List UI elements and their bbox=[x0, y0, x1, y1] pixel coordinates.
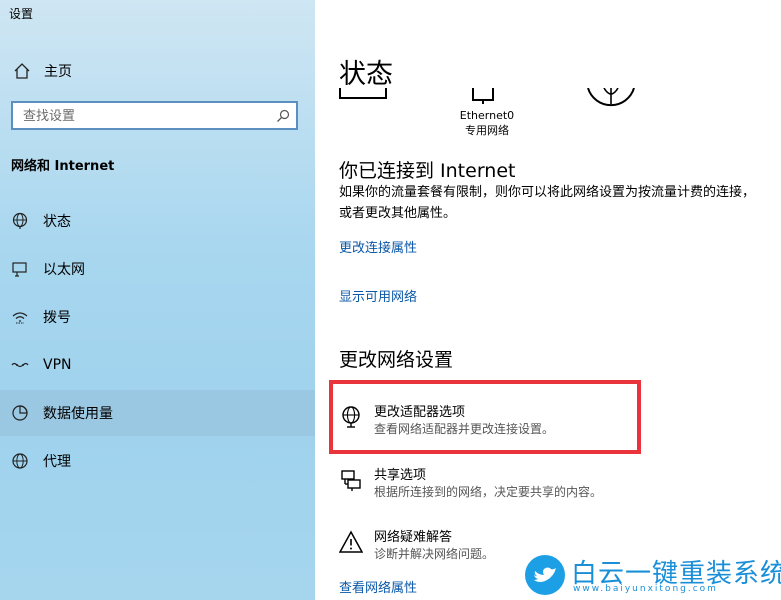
search-box[interactable] bbox=[11, 101, 298, 130]
dialup-icon bbox=[10, 307, 30, 327]
change-connection-properties-link[interactable]: 更改连接属性 bbox=[339, 237, 417, 256]
adapter-type: 专用网络 bbox=[465, 124, 509, 137]
sidebar-item-ethernet[interactable]: 以太网 bbox=[0, 246, 315, 292]
sidebar-item-data-usage[interactable]: 数据使用量 bbox=[0, 390, 315, 436]
sidebar-item-proxy[interactable]: 代理 bbox=[0, 438, 315, 484]
option-description: 根据所连接到的网络，决定要共享的内容。 bbox=[374, 485, 603, 499]
sidebar-item-label: VPN bbox=[43, 357, 72, 373]
vpn-icon bbox=[10, 355, 30, 375]
network-diagram bbox=[339, 88, 635, 107]
sidebar-item-label: 代理 bbox=[43, 454, 71, 470]
connected-heading: 你已连接到 Internet bbox=[339, 160, 516, 182]
adapter-name: Ethernet0 bbox=[459, 109, 515, 122]
proxy-globe-icon bbox=[10, 451, 30, 471]
option-title: 共享选项 bbox=[374, 468, 427, 483]
home-link[interactable]: 主页 bbox=[12, 59, 72, 83]
watermark: 白云一键重装系统 www.baiyunxitong.com bbox=[525, 553, 781, 597]
sharing-options[interactable]: 共享选项 根据所连接到的网络，决定要共享的内容。 bbox=[337, 464, 757, 504]
sidebar-item-label: 状态 bbox=[43, 214, 71, 230]
sidebar-item-label: 数据使用量 bbox=[43, 406, 113, 422]
data-usage-icon bbox=[10, 403, 30, 423]
main-panel: 状态 Ethernet0 专用网络 你已连接到 Internet 如果你的流量套… bbox=[315, 0, 781, 600]
connected-description: 如果你的流量套餐有限制，则你可以将此网络设置为按流量计费的连接，或者更改其他属性… bbox=[339, 185, 756, 221]
bird-logo-icon bbox=[525, 555, 565, 595]
sidebar-item-dialup[interactable]: 拨号 bbox=[0, 294, 315, 340]
change-network-settings-heading: 更改网络设置 bbox=[339, 349, 454, 371]
search-icon[interactable] bbox=[276, 109, 290, 123]
warning-icon bbox=[339, 530, 363, 553]
option-description: 诊断并解决网络问题。 bbox=[374, 547, 495, 561]
sidebar-item-status[interactable]: 状态 bbox=[0, 198, 315, 244]
highlight-box bbox=[329, 380, 641, 454]
sidebar-item-label: 拨号 bbox=[43, 310, 71, 326]
internet-globe-icon bbox=[587, 88, 635, 107]
show-available-networks-link[interactable]: 显示可用网络 bbox=[339, 286, 417, 305]
sidebar-item-label: 以太网 bbox=[43, 262, 85, 278]
sidebar: 设置 主页 网络和 Internet 状态 以太网 拨号 VPN bbox=[0, 0, 315, 600]
view-network-properties-link[interactable]: 查看网络属性 bbox=[339, 577, 417, 596]
adapter-label: Ethernet0 专用网络 bbox=[454, 108, 520, 138]
ethernet-port-icon bbox=[472, 88, 494, 104]
watermark-url: www.baiyunxitong.com bbox=[573, 584, 718, 594]
home-icon bbox=[12, 61, 32, 81]
sidebar-item-vpn[interactable]: VPN bbox=[0, 342, 315, 388]
sharing-icon bbox=[341, 470, 361, 491]
page-title: 状态 bbox=[339, 59, 393, 90]
ethernet-icon bbox=[10, 259, 30, 279]
section-title: 网络和 Internet bbox=[11, 159, 115, 174]
window-title: 设置 bbox=[9, 7, 34, 21]
option-title: 网络疑难解答 bbox=[374, 530, 453, 545]
search-input[interactable] bbox=[23, 107, 263, 125]
home-label: 主页 bbox=[44, 64, 72, 80]
computer-icon bbox=[339, 88, 387, 99]
globe-status-icon bbox=[10, 211, 30, 231]
